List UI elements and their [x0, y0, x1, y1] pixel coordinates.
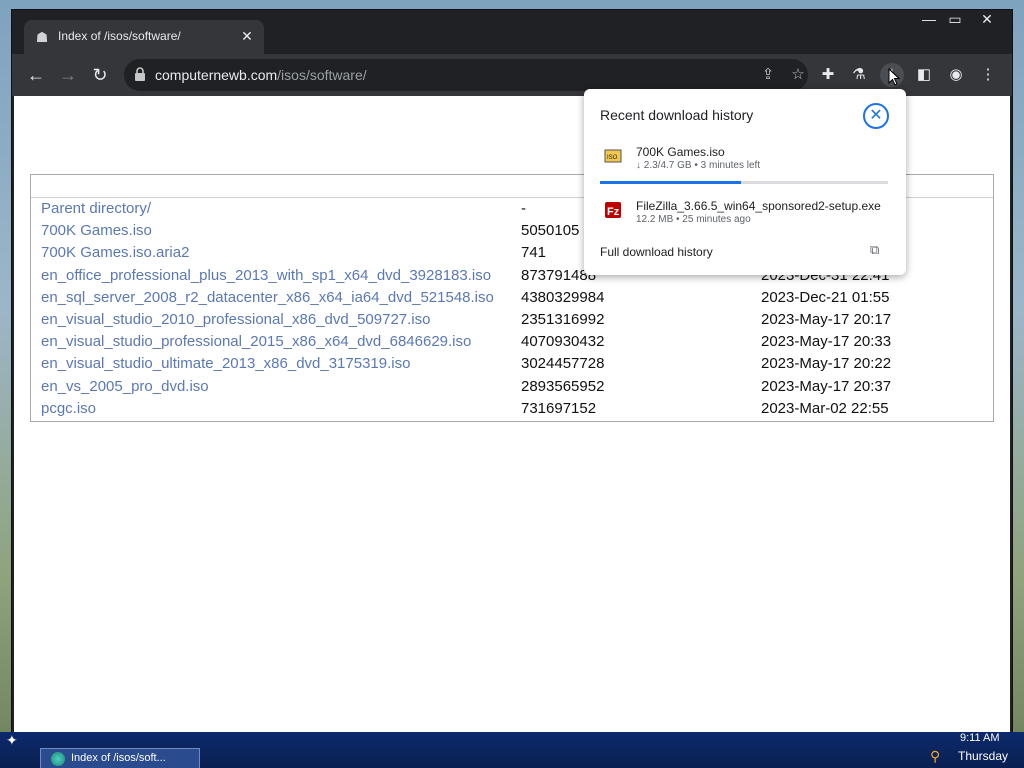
file-link[interactable]: 700K Games.iso.aria2 — [41, 242, 189, 264]
file-size: 2351316992 — [521, 311, 605, 328]
table-row: en_visual_studio_2010_professional_x86_d… — [31, 309, 993, 331]
file-date: 2023-May-17 20:22 — [761, 355, 892, 373]
file-size: - — [521, 200, 526, 217]
taskbar-item-browser[interactable]: Index of /isos/soft... — [40, 748, 200, 768]
file-date: 2023-Mar-02 22:55 — [761, 399, 889, 417]
file-size: 5050105 — [521, 222, 580, 240]
labs-flask-icon[interactable]: ⚗ — [847, 63, 871, 87]
file-date: 2023-May-17 20:37 — [761, 377, 892, 395]
file-link[interactable]: en_visual_studio_professional_2015_x86_x… — [41, 331, 471, 353]
table-row: en_vs_2005_pro_dvd.iso 2893565952 2023-May… — [31, 376, 993, 398]
file-size: 741 — [521, 244, 547, 262]
side-panel-icon[interactable]: ◧ — [912, 63, 936, 87]
download-progress-bar — [600, 181, 888, 184]
title-bar: ☗ Index of /isos/software/ ✕ — ▭ ✕ — [12, 10, 1012, 54]
svg-text:Fz: Fz — [607, 206, 620, 218]
file-size: 3024457728 — [521, 355, 605, 373]
tray-search-icon[interactable]: ⚲ — [930, 748, 946, 764]
address-bar[interactable]: computernewb.com/isos/software/ ⇪ ☆ — [124, 59, 808, 91]
file-link[interactable]: en_sql_server_2008_r2_datacenter_x86_x64… — [41, 287, 494, 309]
mouse-cursor-icon — [888, 68, 900, 86]
download-status: ↓ 2.3/4.7 GB • 3 minutes left — [636, 160, 761, 171]
browser-icon — [51, 752, 65, 766]
lock-icon — [135, 67, 145, 81]
maximize-button[interactable]: ▭ — [942, 10, 968, 30]
file-link[interactable]: en_visual_studio_ultimate_2013_x86_dvd_3… — [41, 353, 410, 375]
download-history-popup: Recent download history ✕ ISO 700K Games… — [584, 89, 906, 275]
file-link[interactable]: Parent directory/ — [41, 198, 151, 220]
popup-title: Recent download history — [600, 107, 754, 123]
profile-avatar-icon[interactable]: ◉ — [944, 63, 968, 87]
taskbar: ✦ Index of /isos/soft... ⚲ 9:11 AM Thurs… — [0, 732, 1024, 768]
download-item[interactable]: Fz FileZilla_3.66.5_win64_sponsored2-set… — [584, 199, 906, 239]
open-external-icon[interactable]: ⧉ — [870, 243, 884, 257]
table-row: pcgc.iso 731697152 2023-Mar-02 22:55 — [31, 398, 993, 420]
share-icon[interactable]: ⇪ — [758, 65, 778, 85]
file-size: 4380329984 — [521, 288, 605, 306]
table-row: en_sql_server_2008_r2_datacenter_x86_x64… — [31, 287, 993, 309]
iso-file-icon: ISO — [604, 149, 622, 163]
download-progress-fill — [600, 181, 742, 184]
download-name: 700K Games.iso — [636, 145, 725, 159]
url-host: computernewb.com — [155, 67, 278, 83]
file-link[interactable]: 700K Games.iso — [41, 220, 152, 242]
reload-button[interactable]: ↻ — [88, 63, 112, 87]
start-icon[interactable]: ✦ — [6, 732, 30, 748]
file-link[interactable]: en_vs_2005_pro_dvd.iso — [41, 376, 209, 398]
file-date: 2023-May-17 20:33 — [761, 333, 892, 351]
file-link[interactable]: pcgc.iso — [41, 398, 96, 420]
file-size: 731697152 — [521, 399, 597, 417]
file-size: 4070930432 — [521, 333, 605, 351]
bookmark-star-icon[interactable]: ☆ — [788, 65, 808, 85]
file-date: 2023-Dec-21 01:55 — [761, 288, 890, 306]
minimize-button[interactable]: — — [916, 10, 942, 30]
download-status: 12.2 MB • 25 minutes ago — [636, 214, 751, 225]
file-link[interactable]: en_visual_studio_2010_professional_x86_d… — [41, 309, 430, 331]
clock-time: 9:11 AM — [960, 732, 1000, 744]
download-name: FileZilla_3.66.5_win64_sponsored2-setup.… — [636, 199, 881, 213]
full-download-history-link[interactable]: Full download history — [600, 245, 713, 259]
tab-index-software[interactable]: ☗ Index of /isos/software/ ✕ — [24, 20, 264, 54]
tab-close-icon[interactable]: ✕ — [238, 27, 256, 45]
file-date: 2023-May-17 20:17 — [761, 311, 892, 328]
file-size: 2893565952 — [521, 377, 605, 395]
clock-day: Thursday — [958, 749, 1009, 763]
file-link[interactable]: en_office_professional_plus_2013_with_sp… — [41, 265, 491, 287]
filezilla-icon: Fz — [605, 202, 621, 218]
svg-text:ISO: ISO — [607, 155, 618, 161]
download-item[interactable]: ISO 700K Games.iso ↓ 2.3/4.7 GB • 3 minu… — [584, 145, 906, 185]
extensions-icon[interactable]: ✚ — [816, 63, 840, 87]
window-close-button[interactable]: ✕ — [974, 10, 1000, 30]
tab-title: Index of /isos/software/ — [58, 29, 181, 43]
back-button[interactable]: ← — [24, 63, 48, 87]
menu-kebab-icon[interactable]: ⋮ — [976, 63, 1000, 87]
popup-close-button[interactable]: ✕ — [863, 103, 889, 129]
url-path: /isos/software/ — [277, 67, 367, 83]
url-text: computernewb.com/isos/software/ — [155, 67, 367, 83]
table-row: en_visual_studio_professional_2015_x86_x… — [31, 331, 993, 353]
taskbar-item-label: Index of /isos/soft... — [71, 752, 166, 764]
forward-button[interactable]: → — [56, 63, 80, 87]
page-favicon-icon: ☗ — [35, 29, 49, 45]
table-row: en_visual_studio_ultimate_2013_x86_dvd_3… — [31, 353, 993, 375]
